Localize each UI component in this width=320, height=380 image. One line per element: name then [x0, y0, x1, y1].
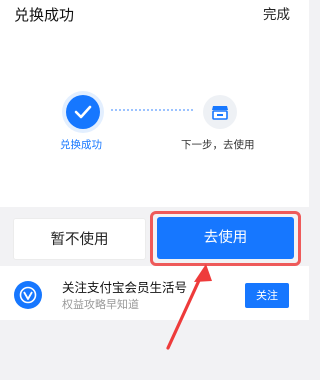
- follow-card-subtitle: 权益攻略早知道: [62, 298, 139, 311]
- follow-card-title: 关注支付宝会员生活号: [62, 280, 188, 295]
- page-title: 兑换成功: [14, 6, 75, 24]
- follow-button[interactable]: 关注: [245, 283, 289, 308]
- highlight-annotation-box: [150, 211, 301, 266]
- step-2-indicator: [203, 95, 237, 129]
- step-2-label: 下一步，去使用: [181, 139, 255, 151]
- alipay-membership-logo-icon: [14, 281, 42, 309]
- done-button[interactable]: 完成: [263, 4, 290, 26]
- store-icon: [212, 106, 228, 120]
- step-1-label: 兑换成功: [60, 139, 102, 151]
- result-panel: [0, 0, 309, 207]
- step-connector: [111, 109, 193, 111]
- step-1-complete-indicator: [66, 95, 100, 129]
- check-icon: [74, 105, 92, 119]
- not-now-button[interactable]: 暂不使用: [13, 218, 146, 260]
